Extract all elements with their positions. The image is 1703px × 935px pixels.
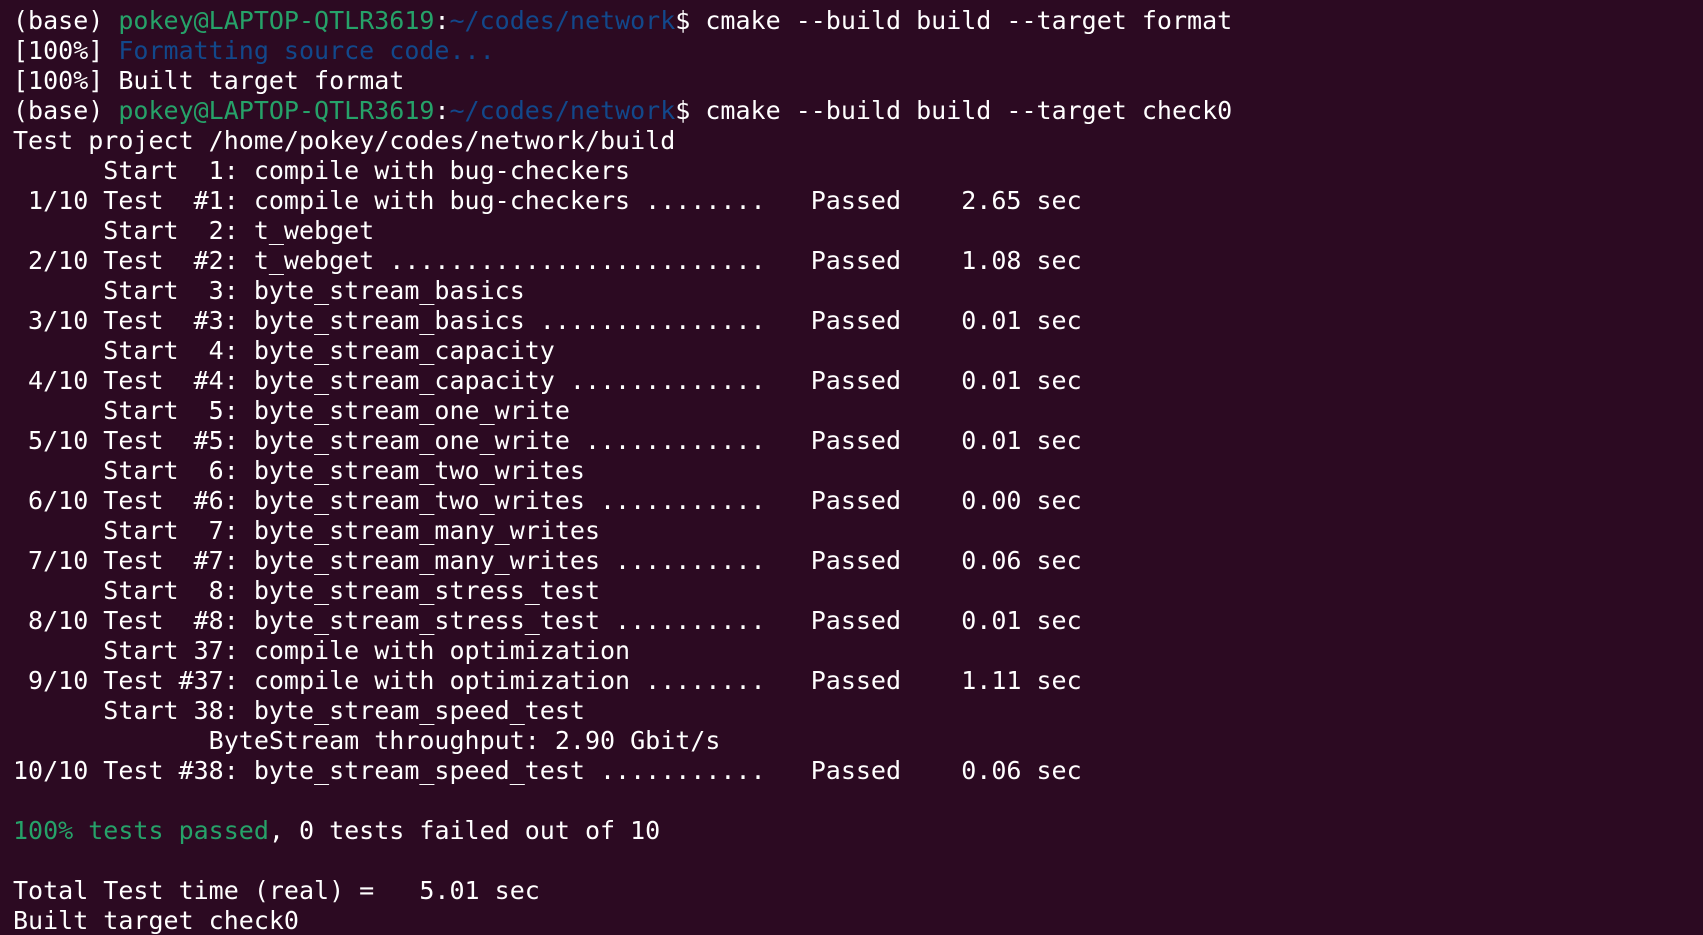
terminal-line: 4/10 Test #4: byte_stream_capacity .....… xyxy=(13,366,1703,396)
terminal-text-segment: (base) xyxy=(13,96,119,125)
terminal-text-segment: Start 38: byte_stream_speed_test xyxy=(13,696,585,725)
terminal-text-segment: Start 5: byte_stream_one_write xyxy=(13,396,570,425)
terminal-text-segment: Formatting source code... xyxy=(118,36,495,65)
terminal-text-segment: 5/10 Test #5: byte_stream_one_write ....… xyxy=(13,426,1082,455)
terminal-line: 2/10 Test #2: t_webget .................… xyxy=(13,246,1703,276)
terminal-text-segment: 9/10 Test #37: compile with optimization… xyxy=(13,666,1082,695)
terminal-line: (base) pokey@LAPTOP-QTLR3619:~/codes/net… xyxy=(13,96,1703,126)
terminal-line: 7/10 Test #7: byte_stream_many_writes ..… xyxy=(13,546,1703,576)
terminal-line: 3/10 Test #3: byte_stream_basics .......… xyxy=(13,306,1703,336)
terminal-text-segment: Start 4: byte_stream_capacity xyxy=(13,336,555,365)
terminal-text-segment: 1/10 Test #1: compile with bug-checkers … xyxy=(13,186,1082,215)
terminal-text-segment: 6/10 Test #6: byte_stream_two_writes ...… xyxy=(13,486,1082,515)
terminal-text-segment: Start 37: compile with optimization xyxy=(13,636,631,665)
terminal-text-segment: Built target check0 xyxy=(13,906,299,935)
terminal-line: (base) pokey@LAPTOP-QTLR3619:~/codes/net… xyxy=(13,6,1703,36)
terminal-text-segment: ~/codes/network xyxy=(449,6,676,35)
terminal-text-segment: 4/10 Test #4: byte_stream_capacity .....… xyxy=(13,366,1082,395)
terminal-text-segment: : xyxy=(434,6,450,35)
terminal-line: Start 6: byte_stream_two_writes xyxy=(13,456,1703,486)
terminal-line: 9/10 Test #37: compile with optimization… xyxy=(13,666,1703,696)
terminal-text-segment: 100% tests passed xyxy=(13,816,269,845)
terminal-line: Start 8: byte_stream_stress_test xyxy=(13,576,1703,606)
terminal-text-segment: Start 6: byte_stream_two_writes xyxy=(13,456,585,485)
terminal-line: Built target check0 xyxy=(13,906,1703,935)
terminal-text-segment: 8/10 Test #8: byte_stream_stress_test ..… xyxy=(13,606,1082,635)
terminal-text-segment: ~/codes/network xyxy=(449,96,676,125)
terminal-line: Start 3: byte_stream_basics xyxy=(13,276,1703,306)
terminal-text-segment: : xyxy=(434,96,450,125)
terminal-line: [100%] Formatting source code... xyxy=(13,36,1703,66)
terminal-line: Start 37: compile with optimization xyxy=(13,636,1703,666)
terminal-line: Start 1: compile with bug-checkers xyxy=(13,156,1703,186)
terminal-text-segment: $ cmake --build build --target check0 xyxy=(675,96,1233,125)
terminal-line: 8/10 Test #8: byte_stream_stress_test ..… xyxy=(13,606,1703,636)
terminal-text-segment: 3/10 Test #3: byte_stream_basics .......… xyxy=(13,306,1082,335)
terminal-line: 6/10 Test #6: byte_stream_two_writes ...… xyxy=(13,486,1703,516)
terminal-text-segment: pokey@LAPTOP-QTLR3619 xyxy=(118,96,435,125)
terminal-line: 1/10 Test #1: compile with bug-checkers … xyxy=(13,186,1703,216)
terminal-text-segment: (base) xyxy=(13,6,119,35)
terminal-line: Start 5: byte_stream_one_write xyxy=(13,396,1703,426)
terminal-text-segment: Start 8: byte_stream_stress_test xyxy=(13,576,600,605)
terminal-text-segment: Test project /home/pokey/codes/network/b… xyxy=(13,126,676,155)
terminal-line: Start 7: byte_stream_many_writes xyxy=(13,516,1703,546)
terminal-line: Start 4: byte_stream_capacity xyxy=(13,336,1703,366)
terminal-text-segment: [100%] Built target format xyxy=(13,66,405,95)
terminal-line: Test project /home/pokey/codes/network/b… xyxy=(13,126,1703,156)
terminal-text-segment: ByteStream throughput: 2.90 Gbit/s xyxy=(13,726,721,755)
terminal-text-segment: Start 1: compile with bug-checkers xyxy=(13,156,631,185)
terminal-line: [100%] Built target format xyxy=(13,66,1703,96)
terminal-text-segment: Total Test time (real) = 5.01 sec xyxy=(13,876,540,905)
terminal-text-segment: $ cmake --build build --target format xyxy=(675,6,1233,35)
terminal-text-segment: Start 3: byte_stream_basics xyxy=(13,276,525,305)
terminal-text-segment: Start 7: byte_stream_many_writes xyxy=(13,516,600,545)
terminal-line: ByteStream throughput: 2.90 Gbit/s xyxy=(13,726,1703,756)
terminal-text-segment: , 0 tests failed out of 10 xyxy=(268,816,661,845)
terminal-text-segment: 10/10 Test #38: byte_stream_speed_test .… xyxy=(13,756,1082,785)
terminal-line: 10/10 Test #38: byte_stream_speed_test .… xyxy=(13,756,1703,786)
terminal-text-segment: pokey@LAPTOP-QTLR3619 xyxy=(118,6,435,35)
terminal-text-segment: [100%] xyxy=(13,36,119,65)
terminal-line: Start 2: t_webget xyxy=(13,216,1703,246)
terminal-text-segment: 7/10 Test #7: byte_stream_many_writes ..… xyxy=(13,546,1082,575)
terminal-line: Total Test time (real) = 5.01 sec xyxy=(13,876,1703,906)
terminal-window[interactable]: (base) pokey@LAPTOP-QTLR3619:~/codes/net… xyxy=(0,0,1703,935)
terminal-text-segment: 2/10 Test #2: t_webget .................… xyxy=(13,246,1082,275)
terminal-line: Start 38: byte_stream_speed_test xyxy=(13,696,1703,726)
terminal-line: 100% tests passed, 0 tests failed out of… xyxy=(13,816,1703,846)
terminal-text-segment: Start 2: t_webget xyxy=(13,216,375,245)
terminal-line: 5/10 Test #5: byte_stream_one_write ....… xyxy=(13,426,1703,456)
